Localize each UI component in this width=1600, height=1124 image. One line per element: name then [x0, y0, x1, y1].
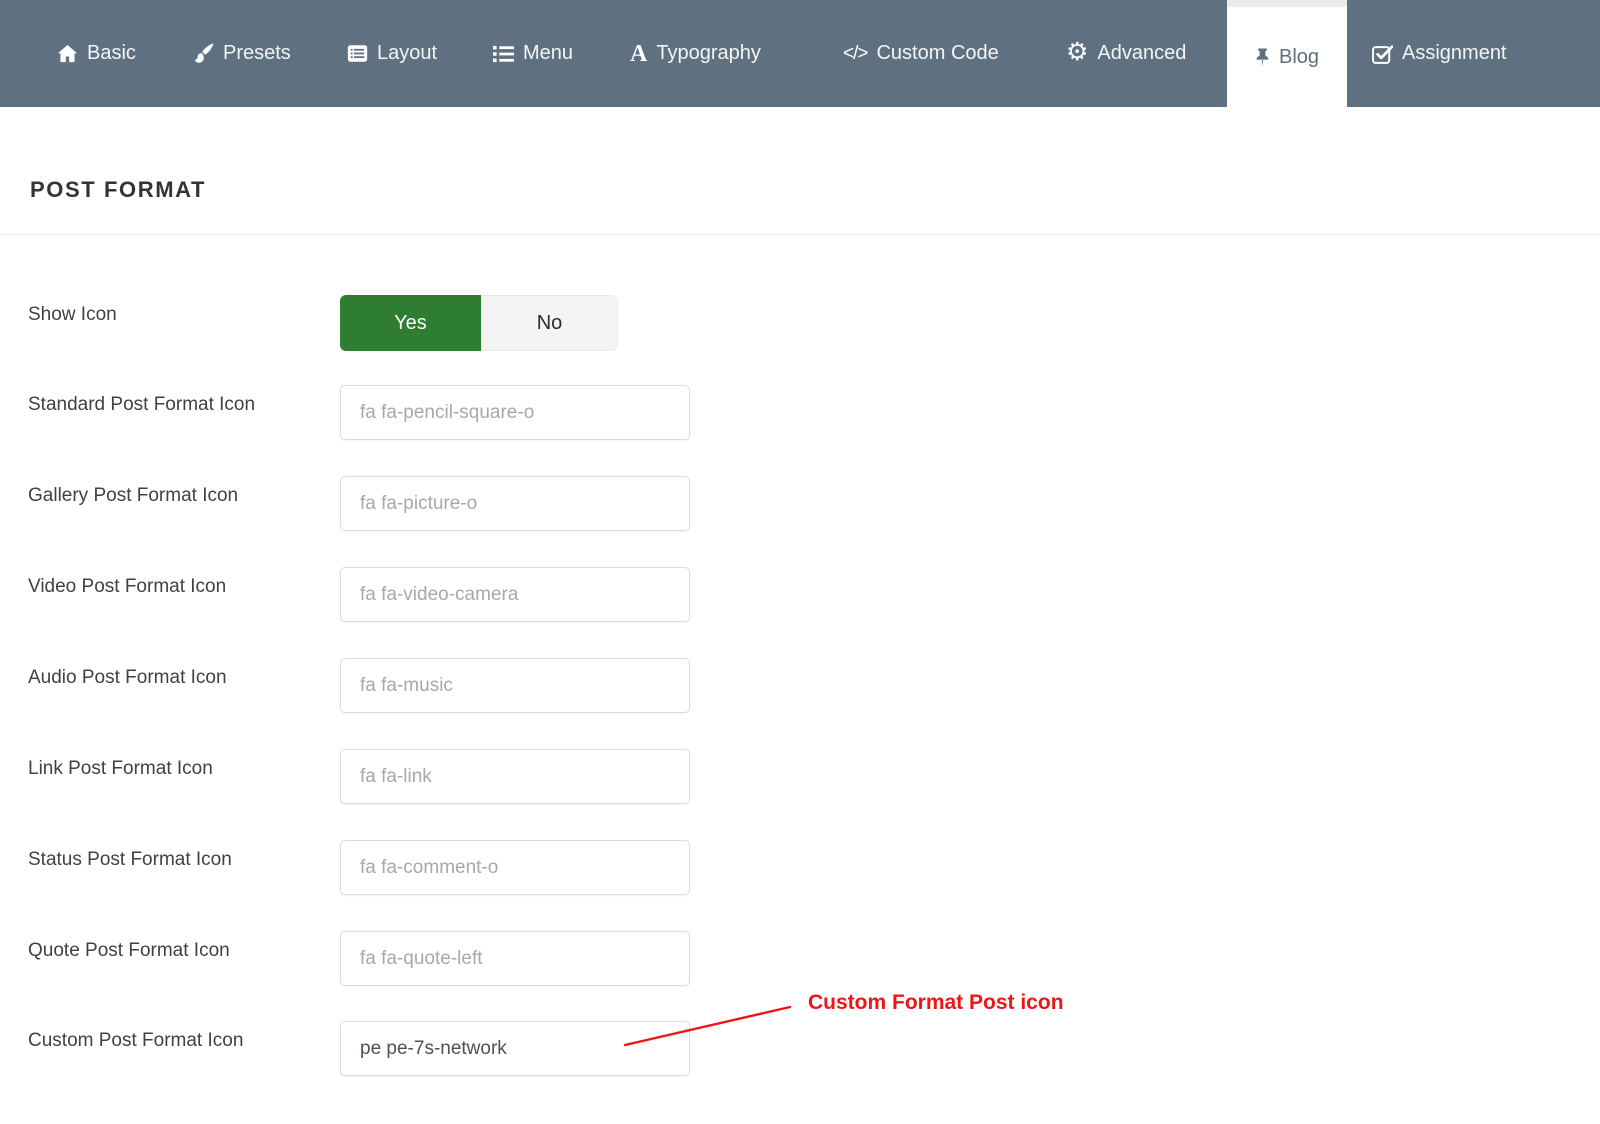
- status-icon-input[interactable]: [340, 840, 690, 895]
- tab-label: Layout: [377, 42, 437, 65]
- field-label: Status Post Format Icon: [28, 849, 232, 871]
- check-square-icon: [1372, 44, 1393, 64]
- tab-menu[interactable]: Menu: [493, 0, 573, 107]
- annotation-arrow-line: [600, 995, 820, 1065]
- tab-basic[interactable]: Basic: [57, 0, 136, 107]
- tab-label: Typography: [656, 42, 761, 65]
- gallery-icon-input[interactable]: [340, 476, 690, 531]
- home-icon: [57, 44, 78, 63]
- quote-icon-input[interactable]: [340, 931, 690, 986]
- field-label: Show Icon: [28, 304, 117, 326]
- show-icon-toggle: Yes No: [340, 295, 618, 351]
- section-header: POST FORMAT: [0, 107, 1600, 235]
- tab-label: Assignment: [1402, 42, 1507, 65]
- tab-layout[interactable]: Layout: [347, 0, 437, 107]
- tab-label: Presets: [223, 42, 291, 65]
- toggle-no-button[interactable]: No: [481, 295, 618, 351]
- field-label: Quote Post Format Icon: [28, 940, 230, 962]
- audio-icon-input[interactable]: [340, 658, 690, 713]
- tab-label: Basic: [87, 42, 136, 65]
- menu-list-icon: [493, 45, 514, 63]
- field-label: Link Post Format Icon: [28, 758, 213, 780]
- tab-presets[interactable]: Presets: [193, 0, 291, 107]
- tab-typography[interactable]: A Typography: [630, 0, 761, 107]
- typography-icon: A: [630, 42, 647, 66]
- field-label: Video Post Format Icon: [28, 576, 226, 598]
- video-icon-input[interactable]: [340, 567, 690, 622]
- tab-label: Menu: [523, 42, 573, 65]
- link-icon-input[interactable]: [340, 749, 690, 804]
- code-icon: </>: [843, 44, 867, 63]
- tab-assignment[interactable]: Assignment: [1372, 0, 1507, 107]
- tab-blog-active[interactable]: Blog: [1227, 0, 1347, 107]
- annotation-text: Custom Format Post icon: [808, 991, 1064, 1015]
- top-nav: Basic Presets Layout: [0, 0, 1600, 107]
- pushpin-icon: [1255, 48, 1270, 67]
- layout-icon: [347, 43, 368, 64]
- paintbrush-icon: [193, 43, 214, 64]
- field-label: Standard Post Format Icon: [28, 394, 255, 416]
- tab-label: Custom Code: [876, 42, 998, 65]
- field-label: Custom Post Format Icon: [28, 1030, 243, 1052]
- field-label: Gallery Post Format Icon: [28, 485, 238, 507]
- field-label: Audio Post Format Icon: [28, 667, 227, 689]
- toggle-yes-button[interactable]: Yes: [340, 295, 481, 351]
- tab-label: Blog: [1279, 46, 1319, 69]
- tab-label: Advanced: [1097, 42, 1186, 65]
- tab-custom-code[interactable]: </> Custom Code: [843, 0, 999, 107]
- standard-icon-input[interactable]: [340, 385, 690, 440]
- page-title: POST FORMAT: [30, 177, 206, 203]
- gear-icon: ⚙: [1066, 40, 1088, 65]
- tab-advanced[interactable]: ⚙ Advanced: [1066, 0, 1186, 107]
